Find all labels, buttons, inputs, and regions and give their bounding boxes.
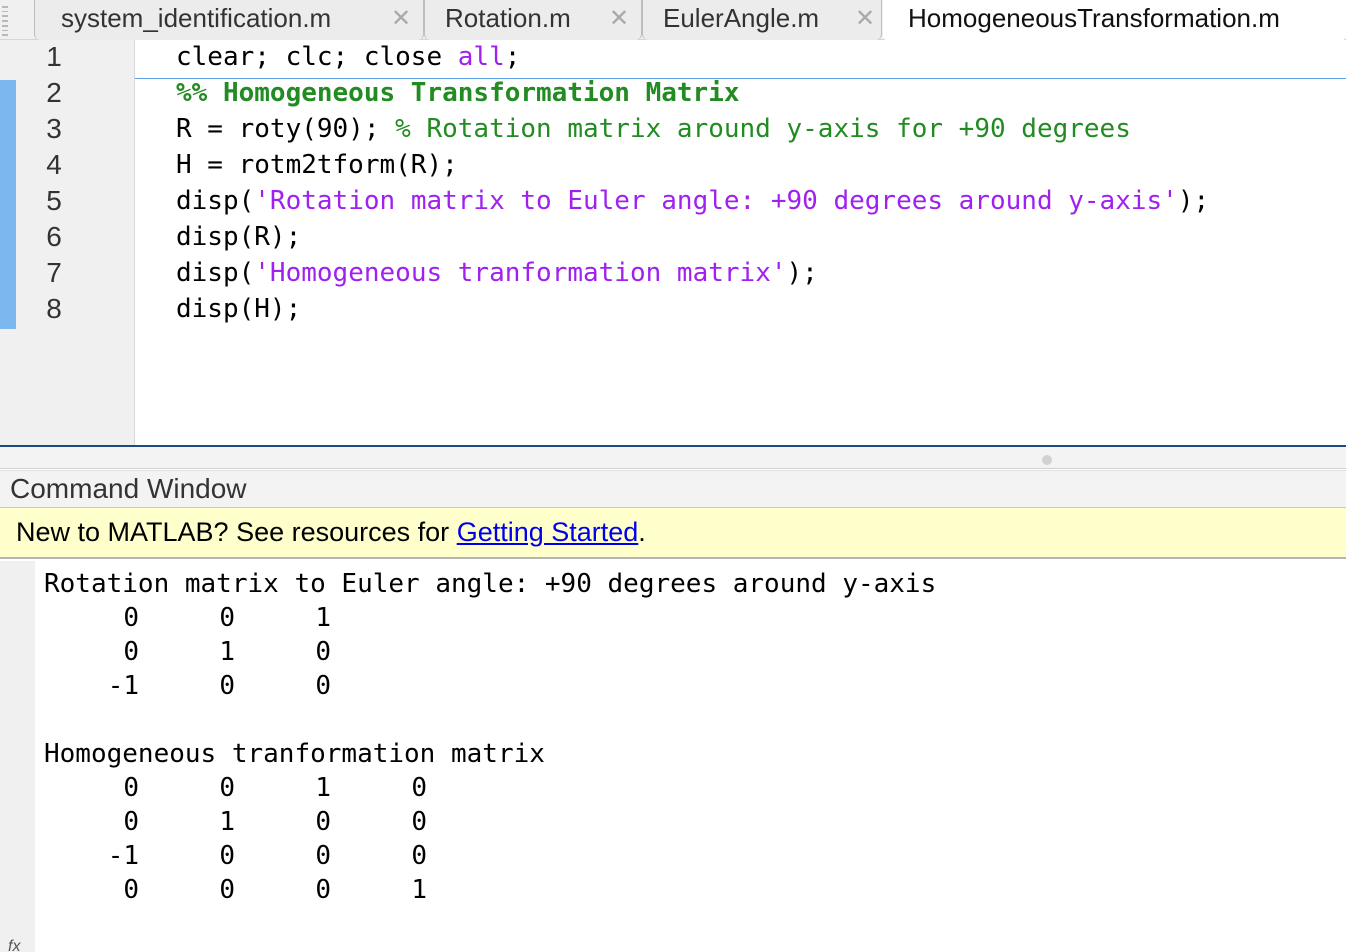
editor-tab-bar: system_identification.m ✕ Rotation.m ✕ E…	[0, 0, 1346, 41]
code-line[interactable]: disp(H);	[176, 294, 301, 324]
matrix-cell: -1	[107, 671, 139, 701]
notice-text: New to MATLAB? See resources for Getting…	[16, 517, 646, 548]
code-text: );	[786, 258, 818, 288]
matrix-cell: 1	[219, 637, 235, 667]
matrix-cell: 0	[315, 841, 331, 871]
line-number: 2	[46, 77, 62, 108]
code-line[interactable]: disp('Rotation matrix to Euler angle: +9…	[176, 186, 1209, 216]
tab-label: system_identification.m	[61, 3, 332, 33]
command-window-header: Command Window	[0, 470, 1346, 508]
tab-label: EulerAngle.m	[663, 3, 820, 33]
tab-bar-grip-handle[interactable]	[2, 2, 10, 37]
code-editor[interactable]: 1 2 3 4 5 6 7 8 clear; clc; close all; %…	[0, 40, 1346, 445]
tab-homogeneous-transformation[interactable]: HomogeneousTransformation.m	[883, 0, 1346, 41]
matrix-cell: 0	[219, 875, 235, 905]
matrix-cell: 0	[411, 807, 427, 837]
command-window-gutter	[0, 561, 35, 952]
notice-prefix: New to MATLAB? See resources for	[16, 517, 457, 547]
matrix-cell: 1	[219, 807, 235, 837]
matrix-cell: 0	[123, 603, 139, 633]
matrix-cell: 0	[219, 603, 235, 633]
fx-prompt-icon[interactable]: fx	[8, 938, 20, 952]
matrix-cell: 0	[315, 875, 331, 905]
matrix-cell: 0	[315, 671, 331, 701]
code-line[interactable]: R = roty(90); % Rotation matrix around y…	[176, 114, 1131, 144]
code-text: );	[1177, 186, 1210, 216]
getting-started-link[interactable]: Getting Started	[457, 517, 639, 547]
matrix-cell: 0	[411, 841, 427, 871]
panel-splitter[interactable]	[0, 445, 1346, 469]
tab-system-identification[interactable]: system_identification.m ✕	[34, 0, 424, 40]
code-text: disp(H);	[176, 294, 302, 324]
line-number: 4	[46, 149, 62, 180]
code-line[interactable]: H = rotm2tform(R);	[176, 150, 458, 180]
matrix-cell: 0	[315, 807, 331, 837]
comment-token: % Rotation matrix around y-axis for +90 …	[395, 114, 1131, 144]
code-text: disp(R);	[176, 222, 302, 252]
line-number: 8	[46, 293, 62, 324]
command-window-title: Command Window	[10, 473, 247, 504]
output-line: Rotation matrix to Euler angle: +90 degr…	[44, 569, 937, 599]
matrix-cell: 0	[219, 841, 235, 871]
code-text: disp(	[176, 258, 255, 288]
line-number: 1	[46, 41, 62, 72]
matrix-cell: 0	[219, 671, 235, 701]
tab-euler-angle[interactable]: EulerAngle.m ✕	[642, 0, 882, 40]
tab-label: HomogeneousTransformation.m	[908, 3, 1280, 33]
matrix-cell: 0	[123, 637, 139, 667]
matrix-cell: 0	[315, 637, 331, 667]
matrix-cell: 0	[123, 875, 139, 905]
command-window-output[interactable]: fx Rotation matrix to Euler angle: +90 d…	[0, 561, 1346, 952]
splitter-grip-icon[interactable]	[1042, 455, 1052, 465]
close-icon[interactable]: ✕	[609, 6, 629, 32]
close-icon[interactable]: ✕	[855, 6, 875, 32]
line-number: 6	[46, 221, 62, 252]
string-token: 'Rotation matrix to Euler angle: +90 deg…	[254, 186, 1178, 216]
keyword-token: all	[457, 42, 505, 72]
matrix-cell: 0	[219, 773, 235, 803]
code-text: ;	[504, 42, 521, 72]
code-text: R = roty(90);	[176, 114, 396, 144]
matrix-cell: 0	[123, 807, 139, 837]
matrix-cell: 0	[123, 773, 139, 803]
string-token: 'Homogeneous tranformation matrix'	[254, 258, 787, 288]
code-line[interactable]: disp(R);	[176, 222, 301, 252]
code-line[interactable]: clear; clc; close all;	[176, 42, 520, 72]
code-text: H = rotm2tform(R);	[176, 150, 458, 180]
matrix-cell: 0	[411, 773, 427, 803]
matrix-cell: 1	[315, 773, 331, 803]
output-line: Homogeneous tranformation matrix	[44, 739, 545, 769]
close-icon[interactable]: ✕	[391, 6, 411, 32]
matrix-cell: -1	[107, 841, 139, 871]
code-text: disp(	[176, 186, 255, 216]
modified-lines-indicator	[0, 80, 16, 329]
notice-suffix: .	[638, 517, 646, 547]
code-line[interactable]: disp('Homogeneous tranformation matrix')…	[176, 258, 818, 288]
matrix-cell: 1	[411, 875, 427, 905]
matrix-cell: 1	[315, 603, 331, 633]
tab-label: Rotation.m	[445, 3, 571, 33]
line-number: 5	[46, 185, 62, 216]
getting-started-notice: New to MATLAB? See resources for Getting…	[0, 508, 1346, 559]
line-number: 7	[46, 257, 62, 288]
section-comment: %% Homogeneous Transformation Matrix	[176, 78, 740, 108]
line-number: 3	[46, 113, 62, 144]
tab-rotation[interactable]: Rotation.m ✕	[424, 0, 642, 40]
code-line[interactable]: %% Homogeneous Transformation Matrix	[176, 78, 740, 108]
code-text: clear; clc; close	[176, 42, 458, 72]
